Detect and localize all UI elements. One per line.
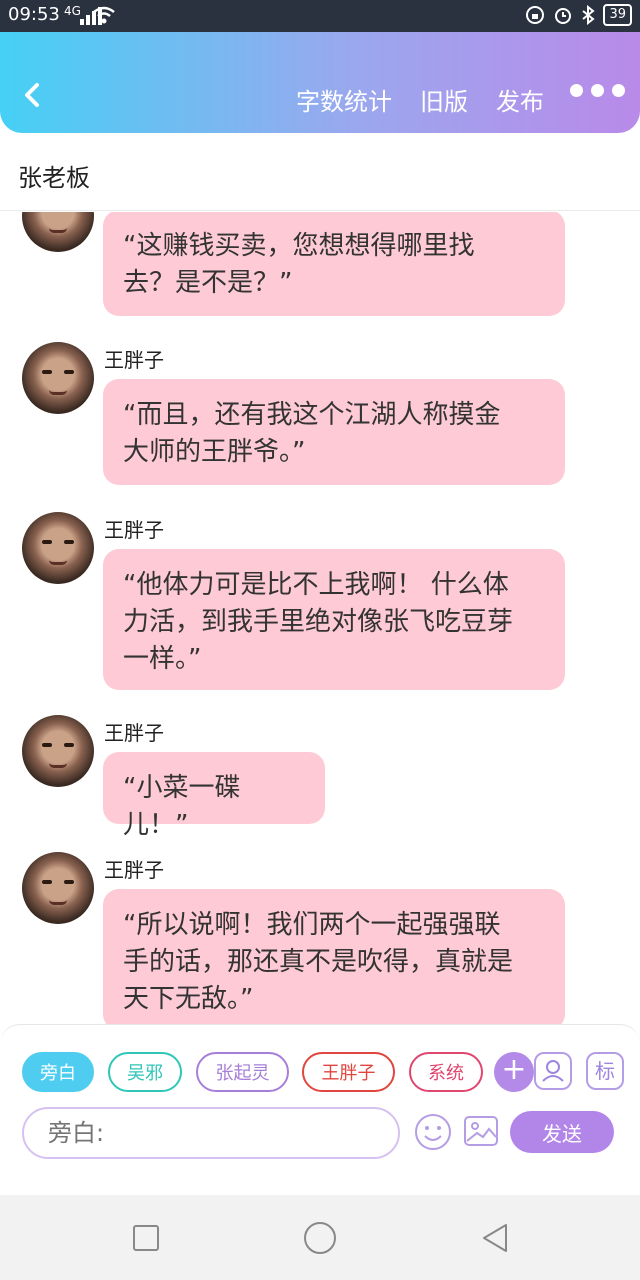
role-chip-narrator[interactable]: 旁白	[22, 1052, 94, 1092]
more-options-icon[interactable]	[570, 84, 625, 97]
back-arrow-icon[interactable]	[18, 80, 48, 110]
chat-title: 张老板	[18, 164, 90, 192]
message-bubble[interactable]: “小菜一碟儿！”	[103, 752, 325, 840]
person-icon	[542, 1060, 564, 1082]
nav-back-icon[interactable]	[480, 1222, 510, 1254]
home-icon[interactable]	[304, 1222, 336, 1254]
speaker-name: 王胖子	[104, 858, 164, 882]
message-line: 一样。”	[123, 644, 202, 674]
recent-apps-icon[interactable]	[133, 1225, 159, 1251]
message-bubble[interactable]: “所以说啊！我们两个一起强强联 手的话，那还真不是吹得，真就是 天下无敌。”	[103, 889, 565, 1024]
message-line: “小菜一碟儿！”	[123, 773, 241, 840]
status-bar: 09:53 4G 39	[0, 0, 640, 32]
add-role-icon[interactable]: +	[494, 1052, 534, 1092]
system-nav-bar	[0, 1195, 640, 1280]
message-line: “所以说啊！我们两个一起强强联	[123, 910, 501, 940]
avatar[interactable]	[22, 212, 94, 252]
avatar[interactable]	[22, 342, 94, 414]
image-icon[interactable]	[463, 1113, 499, 1149]
message-line: 天下无敌。”	[123, 984, 254, 1014]
chat-list[interactable]: “这赚钱买卖，您想想得哪里找 去？是不是？” 王胖子 “而且，还有我这个江湖人称…	[0, 212, 640, 1024]
chat-title-bar: 张老板	[0, 133, 640, 211]
message-bubble[interactable]: “他体力可是比不上我啊！ 什么体 力活，到我手里绝对像张飞吃豆芽 一样。”	[103, 549, 565, 690]
tag-button[interactable]: 标	[586, 1052, 624, 1090]
send-button[interactable]: 发送	[510, 1111, 614, 1153]
role-manage-icon[interactable]	[534, 1052, 572, 1090]
status-time: 09:53	[8, 4, 60, 25]
wifi-icon	[93, 6, 115, 24]
role-chip-wangpangzi[interactable]: 王胖子	[302, 1052, 395, 1092]
old-version-button[interactable]: 旧版	[420, 82, 468, 117]
bluetooth-icon	[582, 5, 596, 25]
lock-rotation-icon	[526, 6, 545, 24]
speaker-name: 王胖子	[104, 518, 164, 542]
message-line: 去？是不是？”	[123, 268, 293, 298]
message-line: “这赚钱买卖，您想想得哪里找	[123, 231, 475, 261]
alarm-icon	[555, 8, 572, 24]
message-bubble[interactable]: “这赚钱买卖，您想想得哪里找 去？是不是？”	[103, 212, 565, 316]
word-count-button[interactable]: 字数统计	[296, 82, 392, 117]
message-line: “而且，还有我这个江湖人称摸金	[123, 400, 501, 430]
publish-button[interactable]: 发布	[496, 82, 544, 117]
speaker-name: 王胖子	[104, 721, 164, 745]
role-chip-zhangqiling[interactable]: 张起灵	[196, 1052, 289, 1092]
role-chip-system[interactable]: 系统	[409, 1052, 483, 1092]
message-bubble[interactable]: “而且，还有我这个江湖人称摸金 大师的王胖爷。”	[103, 379, 565, 485]
message-line: 力活，到我手里绝对像张飞吃豆芽	[123, 607, 514, 637]
avatar[interactable]	[22, 512, 94, 584]
speaker-name: 王胖子	[104, 348, 164, 372]
network-indicator: 4G	[64, 4, 81, 18]
message-line: 手的话，那还真不是吹得，真就是	[123, 947, 514, 977]
emoji-icon[interactable]	[414, 1113, 452, 1151]
message-line: “他体力可是比不上我啊！ 什么体	[123, 570, 509, 600]
battery-level: 39	[603, 4, 632, 26]
toolbar: 字数统计 旧版 发布	[0, 32, 640, 132]
message-line: 大师的王胖爷。”	[123, 437, 306, 467]
role-chip-wuxie[interactable]: 吴邪	[108, 1052, 182, 1092]
avatar[interactable]	[22, 852, 94, 924]
status-right-icons: 39	[525, 4, 632, 26]
message-input[interactable]	[22, 1107, 400, 1159]
avatar[interactable]	[22, 715, 94, 787]
